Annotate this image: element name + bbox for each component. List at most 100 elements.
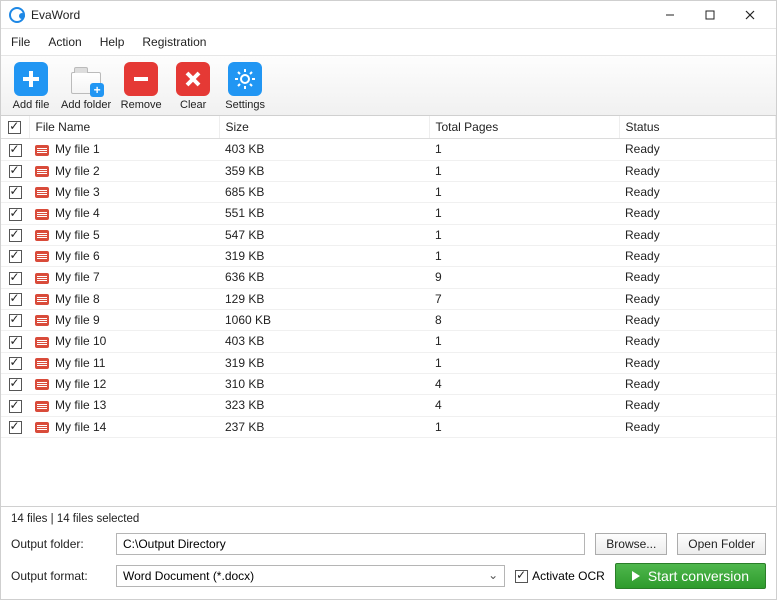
start-conversion-button[interactable]: Start conversion: [615, 563, 766, 589]
bottom-panel: 14 files | 14 files selected Output fold…: [1, 506, 776, 599]
toolbar: Add file + Add folder Remove Clear Setti…: [1, 56, 776, 116]
table-row[interactable]: My file 7 636 KB9Ready: [1, 267, 776, 288]
file-size: 551 KB: [219, 203, 429, 224]
file-name: My file 1: [55, 142, 100, 156]
pdf-icon: [35, 358, 49, 369]
add-folder-button[interactable]: + Add folder: [61, 62, 111, 111]
titlebar: EvaWord: [1, 1, 776, 29]
file-size: 319 KB: [219, 352, 429, 373]
window-controls: [650, 1, 770, 29]
file-size: 636 KB: [219, 267, 429, 288]
table-row[interactable]: My file 8129 KB7Ready: [1, 288, 776, 309]
menu-help[interactable]: Help: [98, 33, 127, 51]
row-checkbox[interactable]: [9, 186, 22, 199]
row-checkbox[interactable]: [9, 357, 22, 370]
add-folder-label: Add folder: [61, 99, 111, 111]
table-row[interactable]: My file 4551 KB1Ready: [1, 203, 776, 224]
file-size: 237 KB: [219, 416, 429, 437]
row-checkbox[interactable]: [9, 293, 22, 306]
table-row[interactable]: My file 12310 KB4Ready: [1, 373, 776, 394]
activate-ocr-checkbox[interactable]: Activate OCR: [515, 569, 605, 583]
file-pages: 1: [429, 331, 619, 352]
row-checkbox[interactable]: [9, 378, 22, 391]
table-row[interactable]: My file 13323 KB4Ready: [1, 395, 776, 416]
output-format-value: Word Document (*.docx): [123, 569, 254, 583]
table-row[interactable]: My file 6319 KB1Ready: [1, 245, 776, 266]
add-folder-icon: +: [69, 62, 103, 96]
output-format-label: Output format:: [11, 569, 106, 583]
menu-action[interactable]: Action: [46, 33, 83, 51]
table-row[interactable]: My file 1403 KB1Ready: [1, 139, 776, 160]
browse-button[interactable]: Browse...: [595, 533, 667, 555]
file-name: My file 7: [55, 270, 100, 284]
file-name: My file 9: [55, 313, 100, 327]
minimize-button[interactable]: [650, 1, 690, 29]
file-pages: 1: [429, 181, 619, 202]
column-header-status[interactable]: Status: [619, 116, 776, 139]
close-button[interactable]: [730, 1, 770, 29]
file-size: 319 KB: [219, 245, 429, 266]
settings-button[interactable]: Settings: [223, 62, 267, 111]
minimize-icon: [665, 10, 675, 20]
clear-button[interactable]: Clear: [171, 62, 215, 111]
settings-icon: [228, 62, 262, 96]
row-checkbox[interactable]: [9, 421, 22, 434]
menubar: File Action Help Registration: [1, 29, 776, 56]
file-size: 685 KB: [219, 181, 429, 202]
pdf-icon: [35, 401, 49, 412]
file-status: Ready: [619, 352, 776, 373]
column-header-checkbox[interactable]: [1, 116, 29, 139]
table-row[interactable]: My file 5547 KB1Ready: [1, 224, 776, 245]
add-file-button[interactable]: Add file: [9, 62, 53, 111]
table-row[interactable]: My file 10403 KB1Ready: [1, 331, 776, 352]
file-name: My file 11: [55, 356, 105, 370]
file-size: 310 KB: [219, 373, 429, 394]
column-header-pages[interactable]: Total Pages: [429, 116, 619, 139]
column-header-size[interactable]: Size: [219, 116, 429, 139]
row-checkbox[interactable]: [9, 165, 22, 178]
pdf-icon: [35, 273, 49, 284]
file-pages: 9: [429, 267, 619, 288]
clear-icon: [176, 62, 210, 96]
row-checkbox[interactable]: [9, 314, 22, 327]
file-size: 403 KB: [219, 139, 429, 160]
table-row[interactable]: My file 14237 KB1Ready: [1, 416, 776, 437]
file-status: Ready: [619, 416, 776, 437]
file-pages: 1: [429, 416, 619, 437]
file-status: Ready: [619, 181, 776, 202]
file-status: Ready: [619, 267, 776, 288]
add-file-label: Add file: [13, 99, 50, 111]
start-label: Start conversion: [648, 568, 749, 584]
menu-file[interactable]: File: [9, 33, 32, 51]
table-row[interactable]: My file 91060 KB8Ready: [1, 309, 776, 330]
row-checkbox[interactable]: [9, 144, 22, 157]
row-checkbox[interactable]: [9, 272, 22, 285]
table-row[interactable]: My file 2359 KB1Ready: [1, 160, 776, 181]
output-folder-input[interactable]: [116, 533, 585, 555]
row-checkbox[interactable]: [9, 208, 22, 221]
output-format-row: Output format: Word Document (*.docx) Ac…: [11, 563, 766, 589]
open-folder-button[interactable]: Open Folder: [677, 533, 766, 555]
table-row[interactable]: My file 3685 KB1Ready: [1, 181, 776, 202]
menu-registration[interactable]: Registration: [140, 33, 208, 51]
column-header-filename[interactable]: File Name: [29, 116, 219, 139]
pdf-icon: [35, 145, 49, 156]
file-name: My file 13: [55, 398, 106, 412]
row-checkbox[interactable]: [9, 400, 22, 413]
file-status: Ready: [619, 139, 776, 160]
maximize-button[interactable]: [690, 1, 730, 29]
pdf-icon: [35, 294, 49, 305]
select-all-checkbox[interactable]: [8, 121, 21, 134]
file-status: Ready: [619, 373, 776, 394]
row-checkbox[interactable]: [9, 250, 22, 263]
output-format-select[interactable]: Word Document (*.docx): [116, 565, 505, 587]
row-checkbox[interactable]: [9, 336, 22, 349]
file-pages: 4: [429, 395, 619, 416]
remove-button[interactable]: Remove: [119, 62, 163, 111]
table-row[interactable]: My file 11319 KB1Ready: [1, 352, 776, 373]
pdf-icon: [35, 209, 49, 220]
app-icon: [9, 7, 25, 23]
row-checkbox[interactable]: [9, 229, 22, 242]
play-icon: [632, 571, 640, 581]
file-name: My file 12: [55, 377, 106, 391]
